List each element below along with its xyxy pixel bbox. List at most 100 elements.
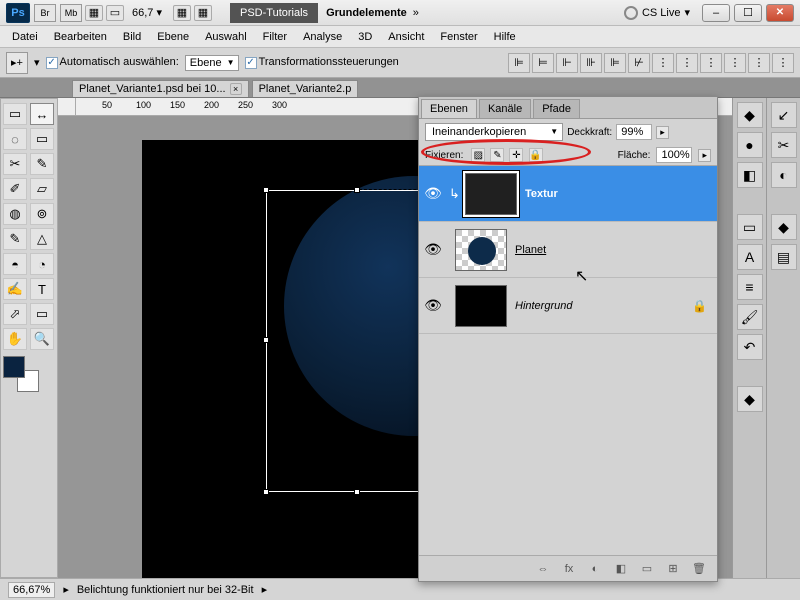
panel-icon[interactable]: ◆	[737, 386, 763, 412]
close-icon[interactable]: ×	[230, 83, 242, 95]
zoom-level[interactable]: 66,7 ▾	[132, 6, 162, 19]
workspace-name[interactable]: Grundelemente	[326, 7, 407, 19]
align-icon[interactable]: ⊨	[532, 53, 554, 73]
menu-fenster[interactable]: Fenster	[432, 31, 485, 43]
new-layer-icon[interactable]: ⊞	[663, 560, 683, 578]
opacity-stepper[interactable]: ▸	[656, 126, 669, 139]
tool[interactable]: ▭	[30, 128, 54, 150]
zoom-status[interactable]: 66,67%	[8, 582, 55, 598]
tab-ebenen[interactable]: Ebenen	[421, 99, 477, 118]
expand-icon[interactable]: ▸	[262, 583, 268, 596]
panel-icon[interactable]: ◧	[737, 162, 763, 188]
expand-icon[interactable]: ▸	[63, 583, 69, 596]
layer-thumbnail[interactable]	[455, 285, 507, 327]
align-icon[interactable]: ⊩	[556, 53, 578, 73]
align-icon[interactable]: ⊬	[628, 53, 650, 73]
workspace-psdtutorials[interactable]: PSD-Tutorials	[230, 3, 318, 23]
tool[interactable]: ✎	[30, 153, 54, 175]
color-swatches[interactable]	[3, 356, 39, 392]
visibility-icon[interactable]: 👁	[419, 297, 447, 314]
panel-icon[interactable]: ●	[737, 132, 763, 158]
panel-icon[interactable]: ↙	[771, 102, 797, 128]
menu-filter[interactable]: Filter	[255, 31, 295, 43]
align-icon[interactable]: ⊫	[604, 53, 626, 73]
panel-icon[interactable]: ≡	[737, 274, 763, 300]
dropdown-arrow-icon[interactable]: ▾	[34, 56, 40, 69]
toolbar-btn[interactable]: ▭	[106, 5, 124, 21]
fx-icon[interactable]: fx	[559, 560, 579, 578]
panel-icon[interactable]: ◆	[737, 102, 763, 128]
tool[interactable]: ✍	[3, 278, 27, 300]
panel-icon[interactable]: ◆	[771, 214, 797, 240]
lock-pixels-icon[interactable]: ✎	[490, 148, 504, 162]
layer-name[interactable]: Hintergrund	[515, 300, 572, 312]
mask-icon[interactable]: ◐	[585, 560, 605, 578]
tool[interactable]: ✂	[3, 153, 27, 175]
tool[interactable]: ◌	[3, 128, 27, 150]
zoom-tool[interactable]: 🔍	[30, 328, 54, 350]
menu-bild[interactable]: Bild	[115, 31, 149, 43]
menu-hilfe[interactable]: Hilfe	[486, 31, 524, 43]
menu-3d[interactable]: 3D	[350, 31, 380, 43]
align-icon[interactable]: ⊫	[508, 53, 530, 73]
panel-icon[interactable]: ▤	[771, 244, 797, 270]
align-icon[interactable]: ⋮	[700, 53, 722, 73]
tool[interactable]: ✐	[3, 178, 27, 200]
opacity-input[interactable]: 99%	[616, 124, 652, 140]
panel-icon[interactable]: ◐	[771, 162, 797, 188]
align-icon[interactable]: ⋮	[724, 53, 746, 73]
panel-icon[interactable]: ↶	[737, 334, 763, 360]
layer-name[interactable]: Planet	[515, 244, 546, 256]
align-icon[interactable]: ⋮	[748, 53, 770, 73]
move-tool[interactable]: ↔	[30, 103, 54, 125]
layer-thumbnail[interactable]	[455, 229, 507, 271]
panel-icon[interactable]: 🖌	[737, 304, 763, 330]
tab-kanaele[interactable]: Kanäle	[479, 99, 531, 118]
align-icon[interactable]: ⊪	[580, 53, 602, 73]
transform-controls-checkbox[interactable]: ✓Transformationssteuerungen	[245, 56, 399, 69]
layer-hintergrund[interactable]: 👁 Hintergrund 🔒	[419, 278, 717, 334]
align-icon[interactable]: ⋮	[676, 53, 698, 73]
tab-pfade[interactable]: Pfade	[533, 99, 580, 118]
tool[interactable]: ▭	[30, 303, 54, 325]
menu-ebene[interactable]: Ebene	[149, 31, 197, 43]
panel-icon[interactable]: ✂	[771, 132, 797, 158]
blend-mode-dropdown[interactable]: Ineinanderkopieren	[425, 123, 563, 141]
trash-icon[interactable]: 🗑	[689, 560, 709, 578]
layer-thumbnail[interactable]	[465, 173, 517, 215]
visibility-icon[interactable]: 👁	[419, 185, 447, 202]
layer-name[interactable]: Textur	[525, 188, 558, 200]
type-tool[interactable]: T	[30, 278, 54, 300]
menu-analyse[interactable]: Analyse	[295, 31, 350, 43]
visibility-icon[interactable]: 👁	[419, 241, 447, 258]
tool[interactable]: ✎	[3, 228, 27, 250]
lock-transparency-icon[interactable]: ▨	[471, 148, 485, 162]
foreground-swatch[interactable]	[3, 356, 25, 378]
toolbar-btn[interactable]: ▦	[173, 5, 191, 21]
layer-textur[interactable]: 👁 ↳ Textur	[419, 166, 717, 222]
chevron-icon[interactable]: »	[413, 7, 419, 19]
tool[interactable]: △	[30, 228, 54, 250]
fill-input[interactable]: 100%	[656, 147, 692, 163]
tool[interactable]: ▭	[3, 103, 27, 125]
adjustment-icon[interactable]: ◧	[611, 560, 631, 578]
lock-all-icon[interactable]: 🔒	[529, 148, 543, 162]
tool[interactable]: ◍	[3, 203, 27, 225]
tool[interactable]: ◔	[30, 253, 54, 275]
move-tool-icon[interactable]: ▸+	[6, 52, 28, 74]
minibridge-badge[interactable]: Mb	[60, 4, 82, 22]
bridge-badge[interactable]: Br	[34, 4, 56, 22]
align-icon[interactable]: ⋮	[652, 53, 674, 73]
menu-auswahl[interactable]: Auswahl	[197, 31, 255, 43]
tool[interactable]: ⊚	[30, 203, 54, 225]
panel-icon[interactable]: ▭	[737, 214, 763, 240]
panel-icon[interactable]: A	[737, 244, 763, 270]
link-layers-icon[interactable]: ⇔	[533, 560, 553, 578]
group-icon[interactable]: ▭	[637, 560, 657, 578]
align-icon[interactable]: ⋮	[772, 53, 794, 73]
toolbar-btn[interactable]: ▦	[85, 5, 103, 21]
close-button[interactable]: ✕	[766, 4, 794, 22]
auto-select-dropdown[interactable]: Ebene	[185, 55, 239, 71]
document-tab[interactable]: Planet_Variante2.p	[252, 80, 359, 97]
minimize-button[interactable]: –	[702, 4, 730, 22]
